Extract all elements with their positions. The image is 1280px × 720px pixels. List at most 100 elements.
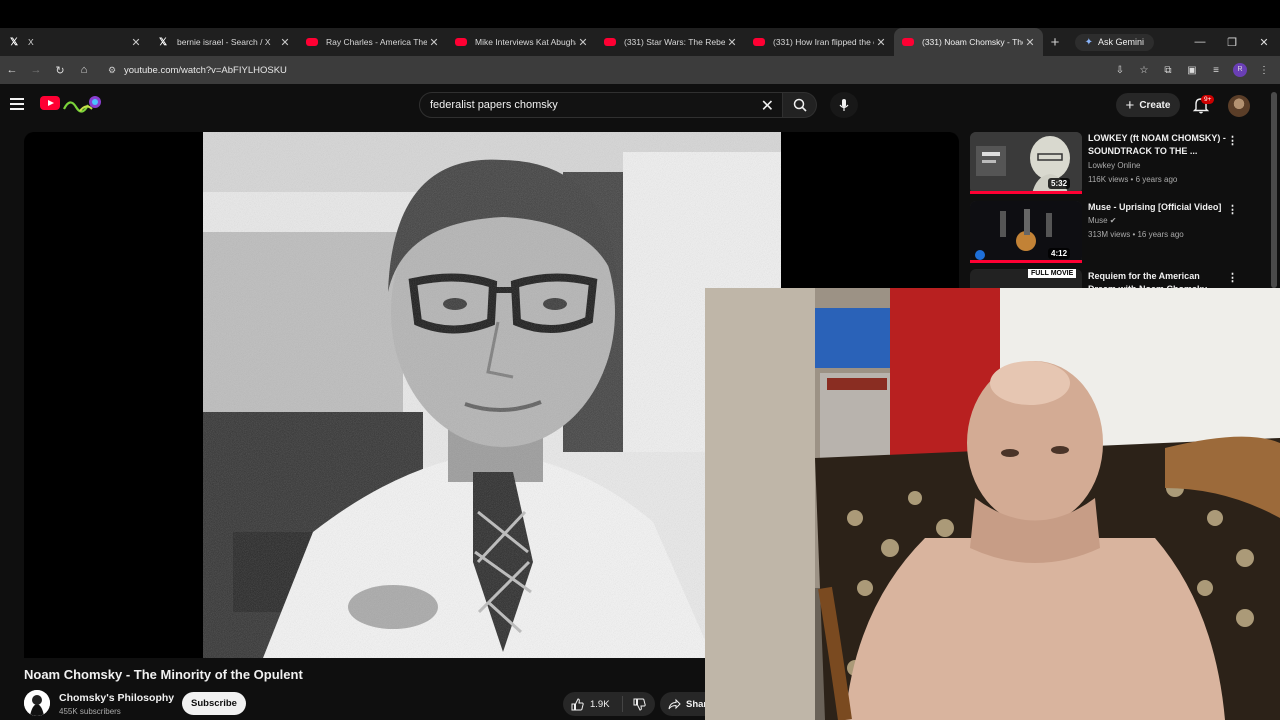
youtube-logo-icon[interactable] bbox=[40, 96, 60, 110]
like-button[interactable]: 1.9K bbox=[563, 696, 623, 712]
channel-avatar[interactable] bbox=[24, 690, 50, 716]
bookmark-star-icon[interactable]: ☆ bbox=[1132, 65, 1156, 76]
browser-tab-active[interactable]: (331) Noam Chomsky - The ✕ bbox=[894, 28, 1043, 56]
back-arrow-icon[interactable]: ← bbox=[0, 64, 24, 76]
watch-progress-bar bbox=[970, 260, 1082, 263]
new-tab-button[interactable]: + bbox=[1043, 34, 1067, 51]
url-text: youtube.com/watch?v=AbFIYLHOSKU bbox=[124, 64, 287, 76]
browser-tab[interactable]: 𝕏 bernie israel - Search / X ✕ bbox=[149, 28, 298, 56]
tab-title: Ray Charles - America The B bbox=[326, 37, 427, 47]
address-bar[interactable]: ⚙ youtube.com/watch?v=AbFIYLHOSKU bbox=[102, 59, 1108, 81]
browser-menu-icon[interactable]: ⋮ bbox=[1252, 65, 1276, 76]
window-top-strip bbox=[0, 0, 1280, 28]
browser-tab[interactable]: (331) How Iran flipped the e ✕ bbox=[745, 28, 894, 56]
hamburger-menu-icon[interactable] bbox=[10, 98, 24, 113]
microphone-icon bbox=[839, 99, 849, 111]
recommendation-channel[interactable]: Muse ✔ bbox=[1088, 216, 1117, 225]
like-dislike-group: 1.9K bbox=[563, 692, 655, 716]
notification-count-badge: 9+ bbox=[1201, 95, 1215, 104]
user-avatar[interactable] bbox=[1228, 95, 1250, 117]
verified-check-icon: ✔ bbox=[1109, 216, 1117, 225]
recommendation-item[interactable]: FULL MOVIE Requiem for the American Drea… bbox=[970, 269, 1260, 288]
webcam-overlay-image bbox=[705, 288, 1280, 720]
tab-title: bernie israel - Search / X bbox=[177, 37, 271, 47]
browser-tab-bar: 𝕏 X ✕ 𝕏 bernie israel - Search / X ✕ Ray… bbox=[0, 28, 1280, 56]
search-query-text: federalist papers chomsky bbox=[430, 99, 558, 111]
gemini-sparkle-icon: ✦ bbox=[1084, 36, 1093, 48]
tab-close-icon[interactable]: ✕ bbox=[874, 36, 888, 49]
recommendation-title[interactable]: Muse - Uprising [Official Video] bbox=[1088, 201, 1228, 214]
minimize-icon[interactable]: — bbox=[1184, 36, 1216, 48]
browser-tab[interactable]: Mike Interviews Kat Abugha ✕ bbox=[447, 28, 596, 56]
close-window-icon[interactable]: ✕ bbox=[1248, 36, 1280, 49]
more-options-icon[interactable]: ⋮ bbox=[1227, 271, 1238, 284]
more-options-icon[interactable]: ⋮ bbox=[1227, 134, 1238, 147]
extensions-icon[interactable]: ⧉ bbox=[1156, 65, 1180, 76]
x-logo-icon: 𝕏 bbox=[9, 36, 19, 48]
recommendation-item[interactable]: 4:12 Muse - Uprising [Official Video] Mu… bbox=[970, 201, 1260, 263]
tab-close-icon[interactable]: ✕ bbox=[129, 36, 143, 49]
browser-tab[interactable]: 𝕏 X ✕ bbox=[0, 28, 149, 56]
tabbar-right: ✦ Ask Gemini — ❐ ✕ bbox=[1074, 28, 1280, 56]
youtube-favicon-icon bbox=[753, 38, 765, 46]
tab-close-icon[interactable]: ✕ bbox=[427, 36, 441, 49]
browser-tab[interactable]: (331) Star Wars: The Rebel A ✕ bbox=[596, 28, 745, 56]
youtube-favicon-icon bbox=[604, 38, 616, 46]
video-duration: 5:32 bbox=[1048, 178, 1071, 189]
create-button[interactable]: + Create bbox=[1116, 93, 1180, 117]
video-frame-image bbox=[203, 132, 781, 658]
tab-close-icon[interactable]: ✕ bbox=[278, 36, 292, 49]
search-icon bbox=[793, 98, 807, 112]
tab-title: (331) How Iran flipped the e bbox=[773, 37, 874, 47]
reading-list-icon[interactable]: ≡ bbox=[1204, 65, 1228, 76]
recommendation-meta: 116K views • 6 years ago bbox=[1088, 175, 1178, 184]
tab-close-icon[interactable]: ✕ bbox=[1023, 36, 1037, 49]
youtube-favicon-icon bbox=[306, 38, 318, 46]
full-movie-badge: FULL MOVIE bbox=[1028, 269, 1077, 278]
youtube-header: federalist papers chomsky ✕ + Create 9+ bbox=[0, 84, 1280, 128]
more-options-icon[interactable]: ⋮ bbox=[1227, 203, 1238, 216]
page-scrollbar[interactable] bbox=[1271, 92, 1277, 288]
video-title: Noam Chomsky - The Minority of the Opule… bbox=[24, 667, 303, 682]
ask-gemini-label: Ask Gemini bbox=[1097, 37, 1144, 47]
x-logo-icon: 𝕏 bbox=[158, 36, 168, 48]
site-info-icon[interactable]: ⚙ bbox=[102, 65, 122, 76]
dislike-button[interactable] bbox=[623, 698, 655, 711]
tab-title: (331) Noam Chomsky - The bbox=[922, 37, 1023, 47]
youtube-favicon-icon bbox=[455, 38, 467, 46]
watch-progress-bar bbox=[970, 191, 1082, 194]
video-duration: 4:12 bbox=[1048, 248, 1071, 259]
search-button[interactable] bbox=[783, 92, 817, 118]
recommendation-title[interactable]: Requiem for the American Dream with Noam… bbox=[1088, 270, 1228, 288]
youtube-doodle-icon[interactable] bbox=[62, 93, 104, 115]
install-app-icon[interactable]: ⇩ bbox=[1108, 65, 1132, 76]
toolbar-actions: ⇩ ☆ ⧉ ▣ ≡ R ⋮ bbox=[1108, 63, 1276, 77]
browser-tab[interactable]: Ray Charles - America The B ✕ bbox=[298, 28, 447, 56]
home-icon[interactable]: ⌂ bbox=[72, 64, 96, 76]
ask-gemini-button[interactable]: ✦ Ask Gemini bbox=[1074, 33, 1154, 51]
forward-arrow-icon[interactable]: → bbox=[24, 64, 48, 76]
recommendation-thumbnail: FULL MOVIE bbox=[970, 269, 1082, 288]
plus-icon: + bbox=[1125, 96, 1135, 114]
recommendation-title[interactable]: LOWKEY (ft NOAM CHOMSKY) - SOUNDTRACK TO… bbox=[1088, 132, 1228, 158]
restore-icon[interactable]: ❐ bbox=[1216, 36, 1248, 49]
thumbs-down-icon bbox=[633, 698, 646, 711]
split-view-icon[interactable]: ▣ bbox=[1180, 65, 1204, 76]
subscriber-count: 455K subscribers bbox=[59, 707, 121, 716]
reload-icon[interactable]: ↻ bbox=[48, 64, 72, 77]
clear-search-icon[interactable]: ✕ bbox=[761, 96, 774, 116]
voice-search-button[interactable] bbox=[830, 92, 858, 118]
tab-close-icon[interactable]: ✕ bbox=[725, 36, 739, 49]
recommendation-channel[interactable]: Lowkey Online bbox=[1088, 161, 1140, 170]
thumbs-up-icon bbox=[571, 697, 584, 710]
channel-name[interactable]: Chomsky's Philosophy bbox=[59, 692, 174, 704]
tab-close-icon[interactable]: ✕ bbox=[576, 36, 590, 49]
subscribe-button[interactable]: Subscribe bbox=[182, 692, 246, 715]
profile-avatar[interactable]: R bbox=[1233, 63, 1247, 77]
tab-title: Mike Interviews Kat Abugha bbox=[475, 37, 576, 47]
search-input[interactable]: federalist papers chomsky ✕ bbox=[419, 92, 783, 118]
recommendation-item[interactable]: 5:32 LOWKEY (ft NOAM CHOMSKY) - SOUNDTRA… bbox=[970, 132, 1260, 194]
share-arrow-icon bbox=[668, 698, 681, 709]
like-count: 1.9K bbox=[590, 698, 610, 710]
tab-title: X bbox=[28, 37, 34, 47]
